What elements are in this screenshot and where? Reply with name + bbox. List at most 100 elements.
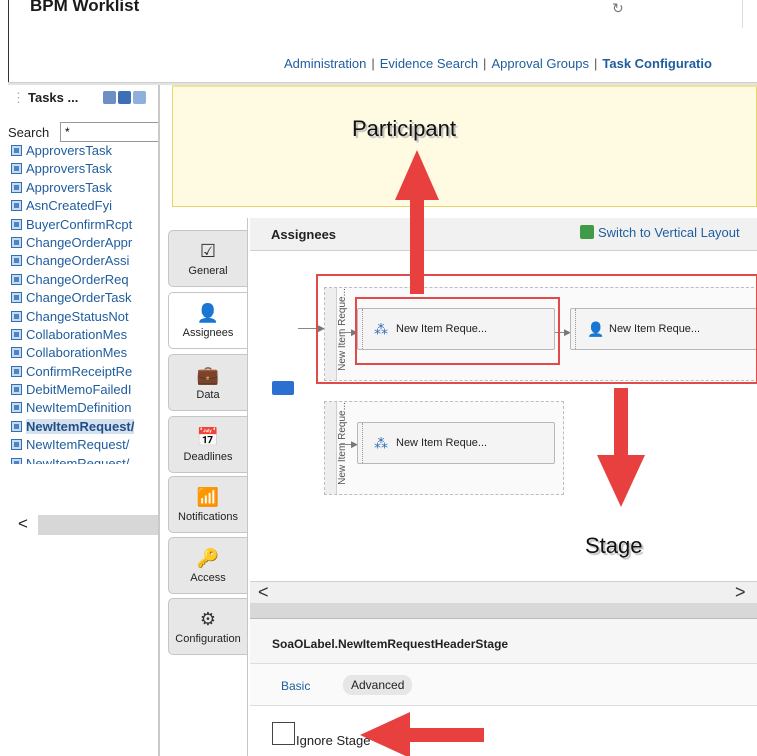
tabs-content-border xyxy=(247,218,248,756)
tab-assignees[interactable]: 👤 Assignees xyxy=(168,292,248,349)
participant-highlight-box xyxy=(355,297,560,365)
gear-icon: ⚙ xyxy=(199,609,217,629)
participant-area-top-border xyxy=(172,85,757,87)
nav-separator: | xyxy=(371,56,375,71)
tab-notifications[interactable]: 📶 Notifications xyxy=(168,476,248,533)
task-icon xyxy=(11,365,22,377)
task-icon xyxy=(11,384,22,396)
person-icon: 👤 xyxy=(196,303,220,323)
nav-separator: | xyxy=(483,56,487,71)
task-list-item[interactable]: NewItemRequest/ xyxy=(8,436,160,454)
tab-label: General xyxy=(188,265,228,277)
nav-separator: | xyxy=(594,56,598,71)
nav-task-configuration[interactable]: Task Configuratio xyxy=(602,56,712,71)
task-list-item[interactable]: NewItemRequest/ xyxy=(8,455,160,464)
save-icon[interactable] xyxy=(118,91,131,105)
task-icon xyxy=(11,457,22,464)
task-list-item[interactable]: NewItemDefinition xyxy=(8,399,160,417)
task-list-item[interactable]: ApproversTask xyxy=(8,142,160,160)
task-list-item[interactable]: ConfirmReceiptRe xyxy=(8,363,160,381)
task-list-item[interactable]: ChangeOrderTask xyxy=(8,289,160,307)
clipboard-check-icon: ☑ xyxy=(199,241,217,261)
task-list-item-selected[interactable]: NewItemRequest/ xyxy=(8,418,160,436)
participant-block[interactable]: ⁂ New Item Reque... xyxy=(357,422,555,464)
task-list-item[interactable]: ChangeStatusNot xyxy=(8,308,160,326)
tab-general[interactable]: ☑ General xyxy=(168,230,248,287)
envelope-icon[interactable] xyxy=(272,381,294,395)
tab-configuration[interactable]: ⚙ Configuration xyxy=(168,598,248,655)
task-icon xyxy=(11,292,22,304)
switch-layout-label: Switch to Vertical Layout xyxy=(598,225,740,240)
header-divider xyxy=(742,0,743,28)
task-icon xyxy=(11,218,22,230)
task-icon xyxy=(11,310,22,322)
tab-deadlines[interactable]: 📅 Deadlines xyxy=(168,416,248,473)
task-icon xyxy=(11,420,22,432)
scroll-left-button[interactable]: < xyxy=(258,582,269,603)
nav-evidence-search[interactable]: Evidence Search xyxy=(380,56,478,71)
top-navigation: Administration | Evidence Search | Approval … xyxy=(284,56,712,71)
briefcase-icon: 💼 xyxy=(196,365,220,385)
search-input[interactable] xyxy=(60,122,160,142)
canvas-horizontal-scrollbar[interactable]: < > xyxy=(250,581,757,603)
stage-properties-header: SoaOLabel.NewItemRequestHeaderStage xyxy=(250,619,757,664)
app-title: BPM Worklist xyxy=(30,0,140,15)
task-list-item[interactable]: ChangeOrderAppr xyxy=(8,234,160,252)
tab-data[interactable]: 💼 Data xyxy=(168,354,248,411)
tab-label: Assignees xyxy=(182,327,234,339)
panel-splitter[interactable] xyxy=(250,603,757,619)
task-icon xyxy=(11,273,22,285)
ignore-stage-label: Ignore Stage xyxy=(296,733,371,748)
assignees-title: Assignees xyxy=(271,227,337,242)
tab-basic[interactable]: Basic xyxy=(281,679,310,693)
participant-annotation: Participant xyxy=(352,116,456,141)
calendar-icon: 📅 xyxy=(196,427,220,447)
task-list-item[interactable]: ChangeOrderAssi xyxy=(8,252,160,270)
switch-layout-link[interactable]: Switch to Vertical Layout xyxy=(580,225,740,240)
tab-advanced[interactable]: Advanced xyxy=(343,675,413,695)
stage-container[interactable]: New Item Reque... ▶ ⁂ New Item Reque... xyxy=(324,401,564,495)
drag-handle[interactable] xyxy=(362,423,363,463)
task-list-item[interactable]: ChangeOrderReq xyxy=(8,271,160,289)
nav-approval-groups[interactable]: Approval Groups xyxy=(491,56,589,71)
tasks-panel-toolbar xyxy=(103,90,148,105)
stage-label-bar[interactable]: New Item Reque... xyxy=(325,402,348,494)
participant-label: New Item Reque... xyxy=(396,437,488,449)
rss-icon: 📶 xyxy=(196,487,220,507)
horizontal-scrollbar[interactable]: < xyxy=(8,515,160,535)
task-icon xyxy=(11,236,22,248)
task-icon xyxy=(11,200,22,212)
scroll-right-button[interactable]: > xyxy=(735,582,746,603)
task-icon xyxy=(11,402,22,414)
task-icon xyxy=(11,145,22,156)
key-icon: 🔑 xyxy=(196,548,220,568)
tab-label: Notifications xyxy=(178,511,238,523)
task-list-item[interactable]: AsnCreatedFyi xyxy=(8,197,160,215)
task-list-item[interactable]: CollaborationMes xyxy=(8,326,160,344)
task-list-item[interactable]: CollaborationMes xyxy=(8,344,160,362)
task-icon xyxy=(11,255,22,267)
task-list-item[interactable]: ApproversTask xyxy=(8,179,160,197)
group-icon: ⁂ xyxy=(374,435,388,451)
task-list-item[interactable]: DebitMemoFailedI xyxy=(8,381,160,399)
tab-label: Configuration xyxy=(175,633,241,645)
task-icon xyxy=(11,163,22,175)
refresh-icon[interactable]: ↻ xyxy=(612,0,624,17)
panel-grip-icon[interactable]: ⋮ xyxy=(12,90,25,105)
task-list-item[interactable]: ApproversTask xyxy=(8,160,160,178)
task-list-item[interactable]: BuyerConfirmRcpt xyxy=(8,216,160,234)
refresh-icon[interactable] xyxy=(133,91,146,105)
task-icon xyxy=(11,439,22,451)
arrow-left-shaft xyxy=(404,728,484,742)
ignore-stage-checkbox[interactable] xyxy=(272,722,295,745)
tab-access[interactable]: 🔑 Access xyxy=(168,537,248,594)
tab-label: Deadlines xyxy=(183,451,233,463)
panel-splitter[interactable] xyxy=(158,85,160,756)
undo-icon[interactable] xyxy=(103,91,116,105)
task-icon xyxy=(11,347,22,359)
stage-annotation: Stage xyxy=(585,533,643,558)
stage-title: SoaOLabel.NewItemRequestHeaderStage xyxy=(272,637,509,651)
scroll-left-button[interactable]: < xyxy=(8,515,38,535)
tasks-panel-title-text: Tasks ... xyxy=(28,90,79,105)
nav-administration[interactable]: Administration xyxy=(284,56,366,71)
